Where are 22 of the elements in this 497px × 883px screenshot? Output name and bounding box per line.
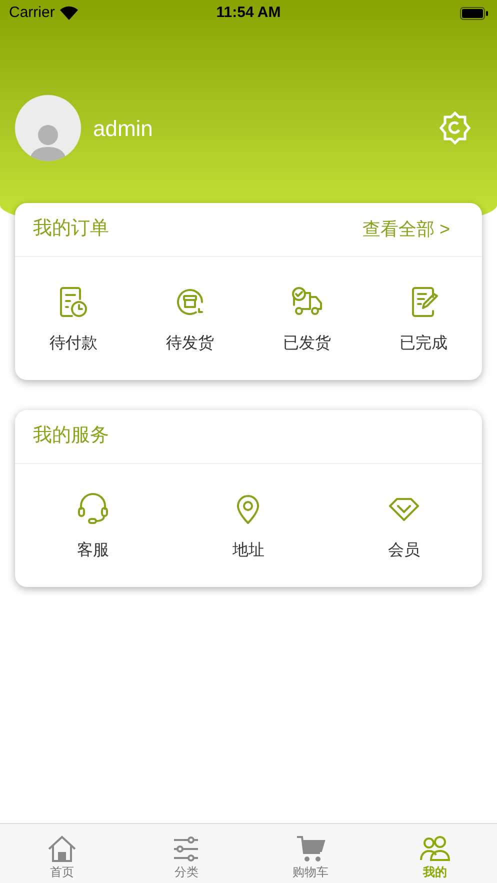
battery-icon [460, 6, 488, 20]
section-title: 我的服务 [33, 424, 109, 448]
menu-item[interactable]: 客服 [15, 492, 171, 563]
menu-item[interactable]: 已完成 [365, 285, 482, 356]
home-icon [46, 835, 78, 863]
menu-item[interactable]: 地址 [170, 492, 326, 563]
users-icon [418, 835, 451, 863]
menu-item[interactable]: 已发货 [248, 285, 366, 356]
tab[interactable]: 购物车 [248, 824, 373, 883]
section-title: 我的订单 [33, 217, 109, 242]
menu-item[interactable]: 会员 [326, 492, 482, 563]
carrier-text: Carrier [9, 2, 55, 23]
tab[interactable]: 首页 [0, 824, 124, 883]
menu-item[interactable]: 待付款 [15, 285, 132, 356]
username: admin [93, 114, 153, 142]
menu-item[interactable]: 待发货 [132, 285, 248, 356]
tab[interactable]: 分类 [124, 824, 248, 883]
headset-icon [76, 492, 110, 526]
person-icon [28, 123, 68, 161]
wifi-icon [60, 6, 78, 20]
clock-text: 11:54 AM [216, 2, 281, 23]
shopping-cart-icon [294, 835, 327, 863]
